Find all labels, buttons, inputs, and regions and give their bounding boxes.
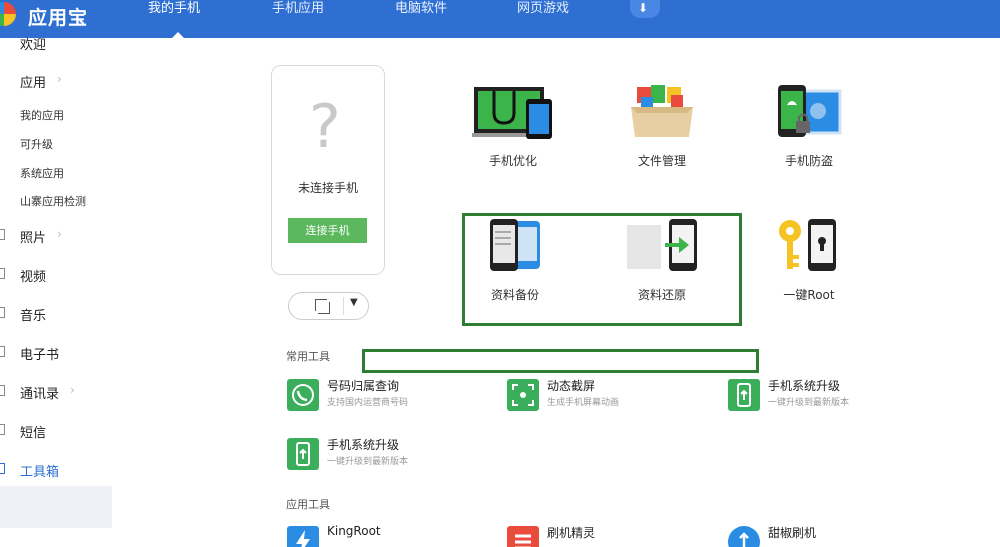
download-arrow-icon: ⬇ <box>638 1 649 15</box>
util-name: KingRoot <box>327 524 381 538</box>
tool-label: 文件管理 <box>637 154 686 168</box>
tool-label: 手机防盗 <box>784 154 833 168</box>
divider <box>343 297 344 315</box>
tool-phone-antitheft[interactable]: 手机防盗 <box>754 85 864 175</box>
chevron-right-icon: › <box>70 383 75 397</box>
app-logo-icon <box>0 2 16 26</box>
message-icon <box>0 424 5 435</box>
util-name: 动态截屏 <box>547 379 596 393</box>
chevron-right-icon: › <box>57 72 62 86</box>
tool-phone-optimize[interactable]: 手机优化 <box>458 85 568 175</box>
phone-connection-card: ? 未连接手机 连接手机 <box>271 65 385 275</box>
app-logo[interactable]: 应用宝 <box>0 0 120 38</box>
sidebar-item-label: 工具箱 <box>20 465 60 480</box>
sidebar-item-label: 电子书 <box>20 348 60 363</box>
contacts-icon <box>0 385 5 396</box>
phone-upgrade-icon <box>728 379 760 411</box>
util-name: 手机系统升级 <box>327 438 400 452</box>
tool-file-manager[interactable]: 文件管理 <box>607 85 717 175</box>
crop-icon-part <box>318 302 330 314</box>
sidebar-item-label: 通讯录 <box>20 387 60 402</box>
sidebar-sub-fake-app-check[interactable]: 山寨应用检测 <box>20 193 86 209</box>
tab-pc-software[interactable]: 电脑软件 <box>395 0 447 38</box>
sidebar-sub-my-apps[interactable]: 我的应用 <box>20 107 64 123</box>
connect-phone-button[interactable]: 连接手机 <box>288 218 367 243</box>
phone-upgrade-icon <box>287 438 319 470</box>
key-phone-icon <box>779 219 836 271</box>
sidebar-item-label: 短信 <box>20 426 47 441</box>
music-icon <box>0 307 5 318</box>
sidebar-sub-system-apps[interactable]: 系统应用 <box>20 165 64 181</box>
util-name: 号码归属查询 <box>327 379 400 393</box>
phone-lock-icon <box>778 85 842 137</box>
video-icon <box>0 268 5 279</box>
util-desc: 支持国内运营商号码 <box>327 398 409 408</box>
sweet-pepper-icon <box>728 526 760 547</box>
app-title: 应用宝 <box>28 7 89 29</box>
sidebar-active-highlight <box>0 486 112 528</box>
sidebar-item-label: 视频 <box>20 270 47 285</box>
tab-phone-apps[interactable]: 手机应用 <box>272 0 324 38</box>
sidebar: 欢迎 应用 › 我的应用 可升级 系统应用 山寨应用检测 照片 › 视频 音乐 … <box>0 38 115 547</box>
chevron-down-icon[interactable]: ▼ <box>350 297 358 308</box>
download-button[interactable]: ⬇ <box>630 0 660 18</box>
flash-genius-icon <box>507 526 539 547</box>
highlight-bar <box>362 349 759 373</box>
toolbox-icon <box>0 463 5 474</box>
tab-web-games[interactable]: 网页游戏 <box>517 0 569 38</box>
screen-capture-icon <box>507 379 539 411</box>
util-desc: 生成手机屏幕动画 <box>547 398 620 408</box>
section-title-app-tools: 应用工具 <box>286 498 330 511</box>
screenshot-button[interactable]: ▼ <box>288 292 369 320</box>
util-name: 甜椒刷机 <box>768 526 817 540</box>
tool-label: 手机优化 <box>488 154 537 168</box>
question-icon: ? <box>309 92 341 162</box>
tool-label: 一键Root <box>783 288 835 302</box>
sidebar-item-label: 照片 <box>20 231 47 246</box>
book-icon <box>0 346 5 357</box>
file-box-icon <box>631 85 693 137</box>
util-desc: 一键升级到最新版本 <box>768 398 850 408</box>
phone-status: 未连接手机 <box>297 181 358 195</box>
section-title-common-tools: 常用工具 <box>286 350 330 363</box>
photo-icon <box>0 229 5 240</box>
sidebar-sub-upgradable[interactable]: 可升级 <box>20 136 53 152</box>
sidebar-item-label: 应用 <box>20 76 47 91</box>
util-desc: 一键升级到最新版本 <box>327 457 409 467</box>
tool-one-click-root[interactable]: 一键Root <box>754 219 864 309</box>
kingroot-icon <box>287 526 319 547</box>
stethoscope-phone-icon <box>472 87 552 139</box>
util-name: 刷机精灵 <box>547 526 596 540</box>
chevron-right-icon: › <box>57 227 62 241</box>
sidebar-item-label: 欢迎 <box>20 38 47 53</box>
highlight-box-backup-restore <box>462 213 742 326</box>
sidebar-item-label: 音乐 <box>20 309 47 324</box>
phone-call-icon <box>287 379 319 411</box>
util-name: 手机系统升级 <box>768 379 841 393</box>
active-tab-pointer-icon <box>172 32 184 38</box>
top-bar: 应用宝 我的手机 手机应用 电脑软件 网页游戏 ⬇ <box>0 0 1000 38</box>
